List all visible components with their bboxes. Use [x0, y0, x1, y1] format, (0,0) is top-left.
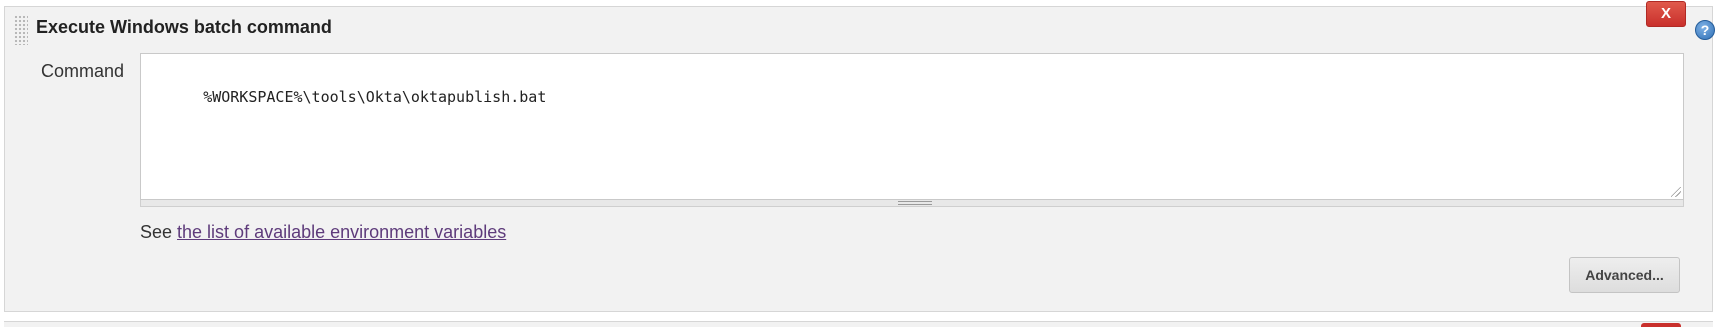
- help-icon[interactable]: ?: [1695, 20, 1715, 40]
- advanced-button[interactable]: Advanced...: [1569, 257, 1680, 293]
- env-variables-hint: See the list of available environment va…: [140, 221, 506, 243]
- env-hint-prefix: See: [140, 222, 178, 242]
- env-variables-link[interactable]: the list of available environment variab…: [177, 222, 506, 242]
- page: Execute Windows batch command X ? Comman…: [0, 0, 1734, 327]
- expand-handle-icon: [898, 201, 932, 205]
- step-title: Execute Windows batch command: [36, 17, 332, 37]
- next-delete-button-edge[interactable]: [1641, 323, 1681, 327]
- build-step-execute-windows-batch: Execute Windows batch command X ? Comman…: [4, 1, 1715, 312]
- drag-handle-icon[interactable]: [14, 15, 28, 45]
- resize-grip-icon[interactable]: [1671, 187, 1681, 197]
- delete-step-button[interactable]: X: [1646, 1, 1686, 27]
- command-value: %WORKSPACE%\tools\Okta\oktapublish.bat: [203, 88, 547, 106]
- textarea-expand-bar[interactable]: [140, 200, 1684, 207]
- command-textarea[interactable]: %WORKSPACE%\tools\Okta\oktapublish.bat: [140, 53, 1684, 200]
- command-label: Command: [41, 61, 125, 81]
- next-build-step-edge: [4, 321, 1713, 327]
